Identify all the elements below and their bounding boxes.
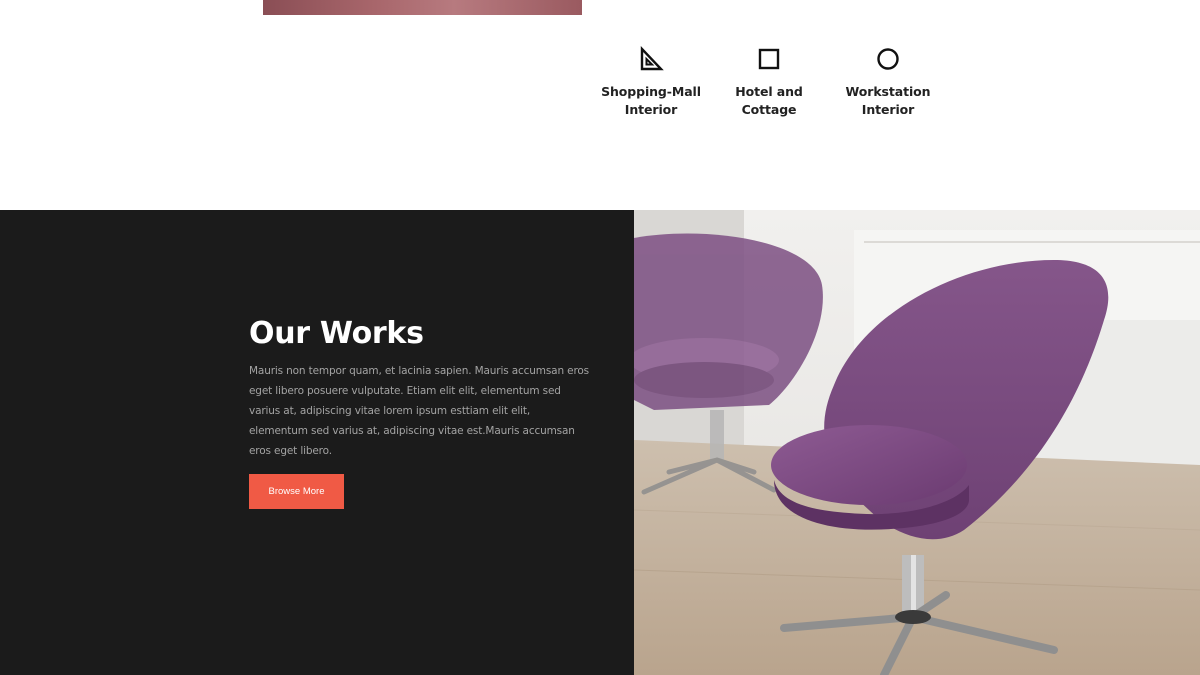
circle-icon: [877, 48, 899, 70]
square-icon: [758, 48, 780, 70]
service-shopping-mall[interactable]: Shopping-Mall Interior: [591, 46, 711, 118]
browse-more-button[interactable]: Browse More: [249, 474, 344, 509]
top-photo-strip: [263, 0, 582, 15]
triangle-ruler-icon: [640, 46, 664, 71]
works-text-panel: Our Works Mauris non tempor quam, et lac…: [0, 210, 634, 675]
works-description: Mauris non tempor quam, et lacinia sapie…: [249, 365, 589, 457]
works-title: Our Works: [249, 316, 424, 351]
services-row: Shopping-Mall Interior Hotel and Cottage…: [0, 46, 1200, 146]
service-label: Shopping-Mall Interior: [601, 84, 701, 117]
our-works-section: Our Works Mauris non tempor quam, et lac…: [0, 210, 1200, 675]
service-label: Workstation Interior: [845, 84, 931, 117]
chairs-photo-illustration: [634, 210, 1200, 675]
service-hotel-cottage[interactable]: Hotel and Cottage: [709, 46, 829, 118]
service-workstation[interactable]: Workstation Interior: [828, 46, 948, 118]
service-label: Hotel and Cottage: [735, 84, 803, 117]
chairs-photo: [634, 210, 1200, 675]
